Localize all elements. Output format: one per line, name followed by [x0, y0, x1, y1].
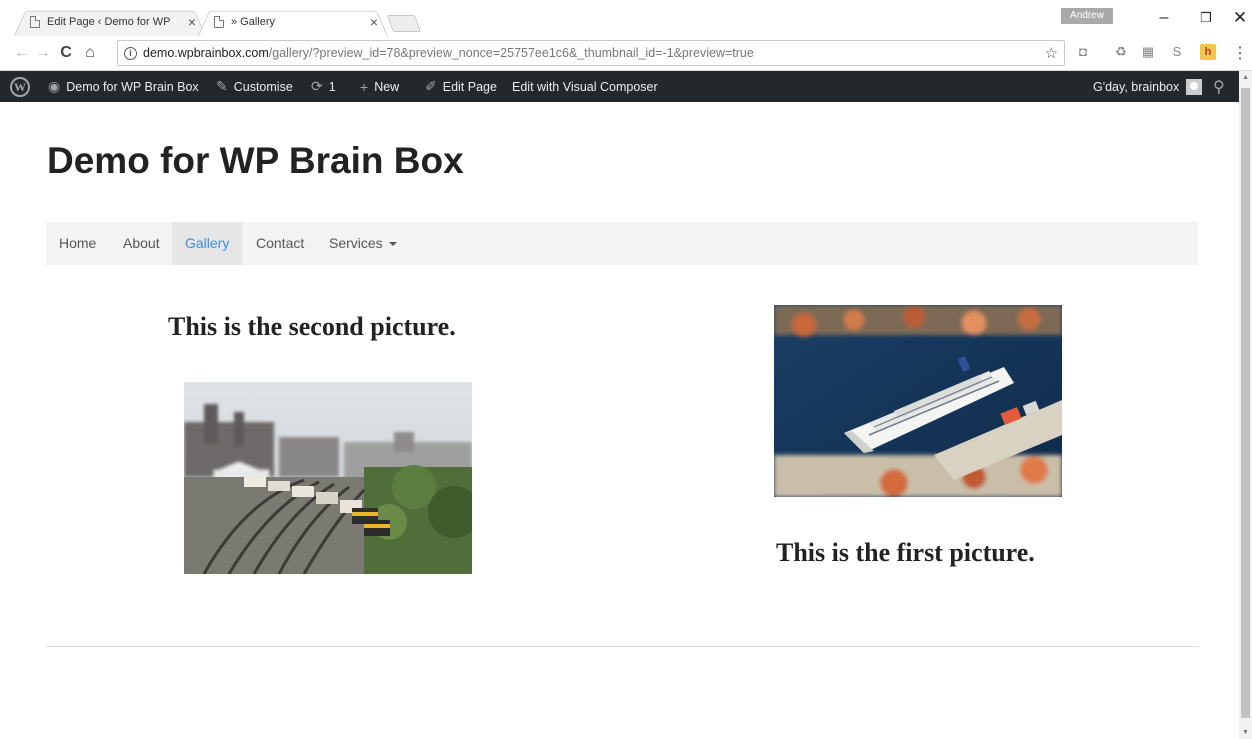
close-window-button[interactable]: ✕: [1220, 6, 1252, 30]
address-bar[interactable]: i demo.wpbrainbox.com/gallery/?preview_i…: [117, 40, 1065, 66]
browser-menu-icon[interactable]: ⋮: [1232, 43, 1248, 63]
wordpress-logo-icon[interactable]: W: [10, 77, 30, 97]
close-tab-icon[interactable]: ×: [370, 14, 378, 30]
caret-down-icon: [388, 242, 397, 247]
refresh-ext-icon[interactable]: ♻: [1113, 44, 1129, 60]
admin-bar-updates[interactable]: ⟳ 1: [311, 71, 336, 102]
updates-icon: ⟳: [311, 78, 323, 94]
nav-item-about[interactable]: About: [110, 222, 173, 265]
plus-icon: +: [360, 78, 369, 95]
admin-bar-site-link[interactable]: ◉ Demo for WP Brain Box: [48, 71, 199, 102]
back-arrow-icon[interactable]: ←: [12, 43, 32, 63]
bookmark-star-icon[interactable]: ☆: [1045, 44, 1058, 62]
updates-count: 1: [328, 79, 336, 94]
scroll-thumb[interactable]: [1241, 88, 1250, 718]
site-name-label: Demo for WP Brain Box: [66, 79, 199, 94]
first-picture-caption: This is the first picture.: [776, 538, 1035, 567]
nav-item-home[interactable]: Home: [46, 222, 109, 265]
skype-icon[interactable]: S: [1169, 44, 1185, 60]
site-title[interactable]: Demo for WP Brain Box: [47, 140, 464, 182]
page-content: Demo for WP Brain Box Home About Gallery…: [0, 102, 1239, 739]
new-label: New: [374, 79, 400, 94]
admin-bar-new[interactable]: + New: [360, 71, 399, 102]
services-label: Services: [329, 235, 383, 251]
edit-page-label: Edit Page: [442, 79, 497, 94]
profile-badge[interactable]: Andrew: [1061, 8, 1113, 24]
forward-arrow-icon[interactable]: →: [33, 43, 53, 63]
tab-title: » Gallery: [231, 15, 276, 28]
tab-strip: Edit Page ‹ Demo for WP × » Gallery × An…: [0, 0, 1252, 36]
train-photo: [184, 382, 472, 574]
minimize-button[interactable]: –: [1144, 6, 1184, 30]
page-icon: [214, 15, 224, 28]
nav-item-contact[interactable]: Contact: [243, 222, 317, 265]
search-icon[interactable]: ⚲: [1213, 71, 1225, 102]
avatar: [1186, 78, 1203, 95]
scroll-up-icon[interactable]: ▲: [1242, 74, 1249, 81]
customise-label: Customise: [233, 79, 293, 94]
admin-bar-visual-composer[interactable]: Edit with Visual Composer: [512, 71, 658, 102]
page-scrollbar[interactable]: ▲ ▼: [1239, 71, 1252, 739]
brush-icon: ✎: [216, 78, 228, 94]
close-tab-icon[interactable]: ×: [188, 14, 196, 30]
page-icon: [30, 15, 40, 28]
browser-toolbar: ← → C ⌂ i demo.wpbrainbox.com/gallery/?p…: [0, 36, 1252, 71]
honey-icon[interactable]: h: [1200, 44, 1216, 60]
scroll-down-icon[interactable]: ▼: [1242, 729, 1249, 736]
cruise-ship-photo: [774, 305, 1062, 497]
info-icon[interactable]: i: [124, 46, 137, 60]
content-divider: [46, 646, 1198, 647]
tab-title: Edit Page ‹ Demo for WP: [47, 15, 171, 28]
howdy-label: G'day, brainbox: [1093, 79, 1180, 94]
camera-icon[interactable]: ◘: [1075, 44, 1091, 60]
printer-icon[interactable]: ▦: [1140, 44, 1156, 60]
tab-edit-page[interactable]: Edit Page ‹ Demo for WP ×: [14, 7, 206, 36]
admin-bar-account[interactable]: G'day, brainbox: [1093, 71, 1203, 102]
new-tab-button[interactable]: [386, 15, 422, 32]
admin-bar-customise[interactable]: ✎ Customise: [216, 71, 293, 102]
nav-item-services[interactable]: Services: [316, 222, 410, 265]
nav-item-gallery[interactable]: Gallery: [172, 222, 242, 265]
reload-icon[interactable]: C: [56, 43, 76, 63]
second-picture-caption: This is the second picture.: [168, 312, 456, 341]
url-host: demo.wpbrainbox.com: [143, 46, 269, 60]
admin-bar-edit-page[interactable]: ✐ Edit Page: [425, 71, 497, 102]
home-icon[interactable]: ⌂: [80, 43, 100, 63]
main-navigation: Home About Gallery Contact Services: [46, 222, 1198, 265]
dashboard-icon: ◉: [48, 78, 61, 94]
pencil-icon: ✐: [425, 78, 437, 94]
url-path: /gallery/?preview_id=78&preview_nonce=25…: [268, 46, 754, 60]
tab-gallery[interactable]: » Gallery ×: [198, 7, 388, 36]
wp-admin-bar: W ◉ Demo for WP Brain Box ✎ Customise ⟳ …: [0, 71, 1252, 102]
